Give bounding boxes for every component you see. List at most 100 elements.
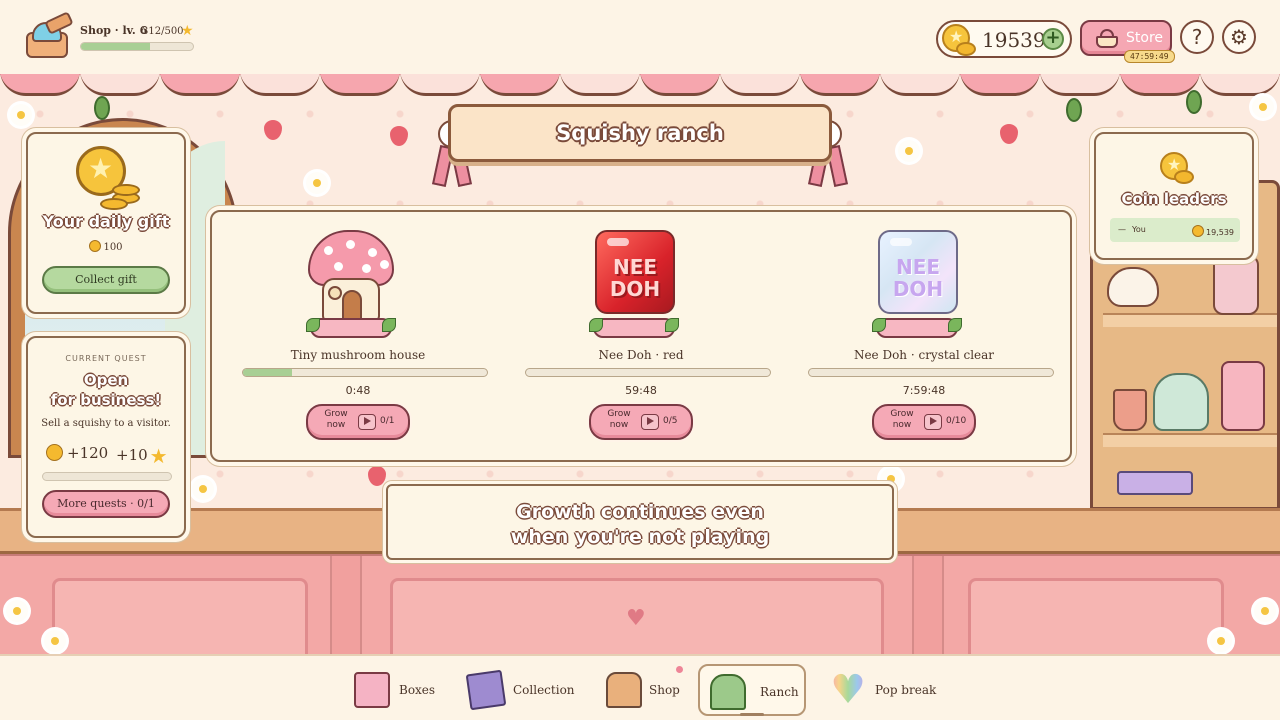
more-quests-button[interactable]: More quests · 0/1 [42, 490, 170, 518]
coin-balance: 19539 + [936, 20, 1072, 58]
leader-rank: — [1118, 225, 1126, 234]
ranch-card: Tiny mushroom house 0:48 Grow now 0/1 NEE… [210, 210, 1072, 462]
nav-item-collection[interactable]: Collection [458, 664, 578, 716]
flower-pot-icon [1113, 389, 1147, 431]
coin-icon [89, 240, 102, 252]
notification-dot [676, 666, 683, 673]
vine-leaf-icon [1186, 90, 1202, 114]
vine-leaf-icon [94, 96, 110, 120]
book-icon [465, 669, 507, 711]
xp-progress-bar [80, 42, 194, 51]
grow-now-button[interactable]: Grow now 0/5 [589, 404, 693, 440]
ranch-item: NEE DOH Nee Doh · red 59:48 Grow now 0/5 [501, 212, 781, 464]
title-banner: Squishy ranch [448, 104, 832, 162]
pink-jar-icon [1221, 361, 1265, 431]
ranch-item: Tiny mushroom house 0:48 Grow now 0/1 [218, 212, 498, 464]
xp-text: 312/500 [142, 26, 184, 37]
bottom-nav: Boxes Collection Shop Ranch ♥ Pop break [0, 654, 1280, 720]
coin-pile-icon [76, 146, 142, 210]
item-name: Nee Doh · crystal clear [853, 348, 995, 362]
strawberry-jar-icon [1213, 255, 1259, 315]
reward-stars: +10 [116, 446, 148, 464]
star-icon: ★ [181, 23, 194, 39]
item-name: Nee Doh · red [598, 348, 684, 362]
help-button[interactable]: ? [1180, 20, 1214, 54]
daisy-icon [1210, 630, 1232, 652]
leader-name: You [1132, 225, 1146, 234]
daily-gift-amount: 100 [28, 240, 184, 253]
shop-level-icon[interactable] [24, 11, 74, 60]
daisy-icon [10, 104, 32, 126]
info-banner: Growth continues even when you're not pla… [386, 484, 894, 560]
settings-gear-icon[interactable]: ⚙ [1222, 20, 1256, 54]
star-icon: ★ [149, 444, 168, 468]
daisy-icon [898, 140, 920, 162]
nav-item-boxes[interactable]: Boxes [344, 664, 444, 716]
leader-score: 19,539 [1206, 228, 1234, 237]
vine-leaf-icon [1066, 98, 1082, 122]
daisy-icon [44, 630, 66, 652]
video-ad-icon [358, 414, 376, 430]
counter-leg [330, 556, 362, 656]
grow-now-button[interactable]: Grow now 0/10 [872, 404, 976, 440]
greenhouse-icon [710, 674, 746, 710]
store-timer: 47:59:49 [1124, 50, 1175, 63]
quest-rewards: +120 +10 ★ [42, 442, 172, 468]
daisy-icon [306, 172, 328, 194]
leaderboard-row: — You 19,539 [1110, 218, 1240, 242]
counter-front: ♥ [0, 554, 1280, 668]
heart-icon: ♥ [626, 606, 646, 631]
info-text: Growth continues even when you're not pla… [510, 501, 770, 548]
grow-count: 0/1 [380, 416, 395, 426]
grow-count: 0/5 [663, 416, 678, 426]
store-label: Store [1126, 30, 1164, 46]
nav-item-pop-break[interactable]: ♥ Pop break [820, 664, 940, 716]
coin-icon [1192, 225, 1204, 237]
shelf-board [1103, 433, 1277, 447]
coin-leaders-card[interactable]: Coin leaders — You 19,539 [1094, 132, 1254, 260]
coin-icon [46, 444, 63, 461]
grow-count: 0/10 [946, 416, 967, 426]
books-icon [1117, 471, 1193, 495]
growth-progress-bar [525, 368, 771, 377]
bunny-plush-icon [1107, 267, 1159, 307]
nav-label: Shop [649, 683, 680, 697]
nee-doh-clear-icon: NEE DOH [872, 226, 976, 346]
coin-icon [942, 24, 976, 58]
pop-it-heart-icon: ♥ [830, 667, 866, 713]
daily-gift-title: Your daily gift [42, 212, 170, 231]
growth-progress-bar [808, 368, 1054, 377]
nee-doh-red-icon: NEE DOH [589, 226, 693, 346]
daily-gift-card: Your daily gift 100 Collect gift [26, 132, 186, 314]
reward-coins: +120 [67, 444, 109, 462]
quest-title: Open for business! [50, 371, 162, 409]
daisy-icon [1252, 96, 1274, 118]
shelf-board [1103, 313, 1277, 327]
top-bar: Shop · lv. 6 312/500 ★ 19539 + Store 47:… [0, 0, 1280, 74]
counter-leg [912, 556, 944, 656]
daisy-icon [6, 600, 28, 622]
nav-item-ranch[interactable]: Ranch [698, 664, 806, 716]
coin-leaders-title: Coin leaders [1121, 190, 1227, 208]
video-ad-icon [924, 414, 942, 430]
collect-gift-button[interactable]: Collect gift [42, 266, 170, 294]
grow-now-button[interactable]: Grow now 0/1 [306, 404, 410, 440]
nav-label: Boxes [399, 683, 436, 697]
basket-icon [1096, 29, 1118, 48]
awning [0, 70, 1280, 98]
growth-progress-bar [242, 368, 488, 377]
page-title: Squishy ranch [556, 121, 724, 145]
nav-label: Pop break [875, 683, 937, 697]
daisy-icon [192, 478, 214, 500]
mushroom-house-icon [306, 226, 410, 346]
coin-icon [1160, 152, 1194, 186]
quest-description: Sell a squishy to a visitor. [41, 418, 171, 429]
gift-box-icon [354, 672, 390, 708]
nav-label: Collection [513, 683, 575, 697]
growth-timer: 59:48 [625, 384, 657, 397]
coin-amount: 19539 [982, 28, 1046, 52]
add-coins-button[interactable]: + [1042, 28, 1064, 50]
quest-progress-bar [42, 472, 172, 481]
ranch-item: NEE DOH Nee Doh · crystal clear 7:59:48 G… [784, 212, 1064, 464]
daisy-icon [1254, 600, 1276, 622]
